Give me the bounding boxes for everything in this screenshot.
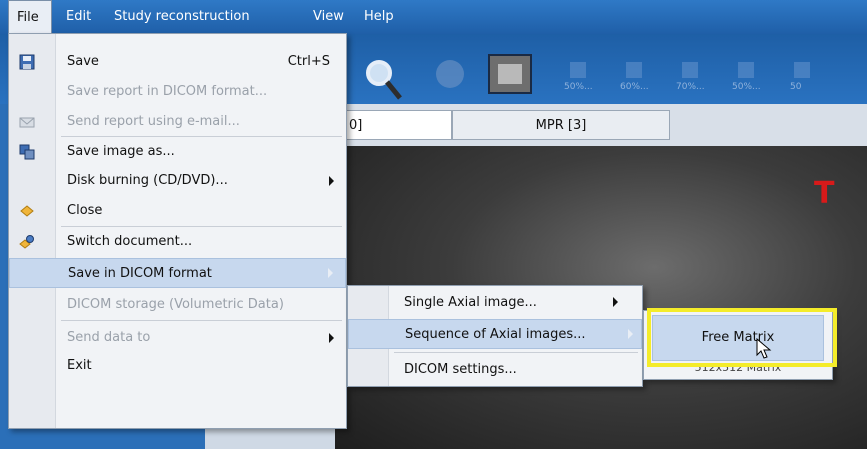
menu-item-label: Save in DICOM format [68,266,212,281]
preset-label[interactable]: 50 [790,82,801,92]
menu-item-sequence-axial-images[interactable]: Sequence of Axial images... [348,319,642,349]
submenu-arrow-icon [328,268,333,278]
menu-item-label: Exit [67,358,92,373]
file-menu: Save Ctrl+S Save report in DICOM format.… [8,33,347,429]
close-document-icon [20,205,34,217]
mouse-cursor-icon [756,338,772,359]
menu-separator [61,226,342,227]
preset-label[interactable]: 50%... [564,82,593,92]
menu-bar: File Edit Study reconstruction View Help [0,0,867,34]
submenu-arrow-icon [613,297,618,307]
menu-item-single-axial-image[interactable]: Single Axial image... [348,288,642,317]
menu-item-label: Save [67,54,99,69]
switch-document-icon [19,235,34,249]
menu-item-label: Switch document... [67,234,193,249]
menu-item-label: Sequence of Axial images... [405,327,586,342]
preset-label[interactable]: 50%... [732,82,761,92]
menu-view[interactable]: View [313,0,344,34]
menu-item-shortcut: Ctrl+S [287,54,330,69]
menu-separator [61,136,342,137]
save-image-icon [19,144,35,160]
preset-label[interactable]: 70%... [676,82,705,92]
menu-item-label: Send report using e-mail... [67,114,240,129]
menu-item-label: Save image as... [67,144,175,159]
tab-axial[interactable]: 0] [340,110,452,140]
menu-item-save[interactable]: Save Ctrl+S [9,48,346,76]
submenu-arrow-icon [628,329,633,339]
save-icon [19,54,35,70]
tab-mpr[interactable]: MPR [3] [452,110,670,140]
menu-item-label: DICOM settings... [404,362,517,377]
menu-item-label: Save report in DICOM format... [67,84,268,99]
menu-item-save-in-dicom[interactable]: Save in DICOM format [9,258,346,288]
annotation-highlight-box [647,308,837,367]
menu-item-label: Send data to [67,330,151,345]
brain-icon[interactable] [432,56,468,92]
preset-buttons: 50%... 60%... 70%... 50%... 50 [560,60,850,100]
menu-item-label: DICOM storage (Volumetric Data) [67,297,284,312]
menu-item-close[interactable]: Close [9,197,346,225]
menu-item-send-report-email[interactable]: Send report using e-mail... [9,108,346,136]
submenu-arrow-icon [329,176,334,186]
menu-item-save-report-dicom[interactable]: Save report in DICOM format... [9,78,346,106]
menu-item-label: Close [67,203,103,218]
menu-item-label: Disk burning (CD/DVD)... [67,173,228,188]
zoom-icon[interactable] [362,56,402,100]
menu-item-send-data-to[interactable]: Send data to [9,324,346,352]
menu-study-reconstruction[interactable]: Study reconstruction [114,0,250,34]
menu-separator [61,320,342,321]
email-icon [19,117,35,128]
menu-separator [394,352,638,353]
menu-help[interactable]: Help [364,0,394,34]
menu-item-disk-burning[interactable]: Disk burning (CD/DVD)... [9,167,346,195]
menu-item-label: Single Axial image... [404,295,537,310]
menu-item-dicom-settings[interactable]: DICOM settings... [348,355,642,384]
menu-edit[interactable]: Edit [66,0,91,34]
menu-item-exit[interactable]: Exit [9,352,346,380]
preset-label[interactable]: 60%... [620,82,649,92]
image-thumbnail-icon[interactable] [488,54,532,94]
dicom-submenu: Single Axial image... Sequence of Axial … [347,285,643,387]
menu-item-switch-document[interactable]: Switch document... [9,228,346,256]
menu-item-dicom-storage[interactable]: DICOM storage (Volumetric Data) [9,291,346,319]
orientation-marker: T [814,176,835,211]
submenu-arrow-icon [329,333,334,343]
menu-item-save-image-as[interactable]: Save image as... [9,138,346,166]
menu-file[interactable]: File [8,0,52,33]
